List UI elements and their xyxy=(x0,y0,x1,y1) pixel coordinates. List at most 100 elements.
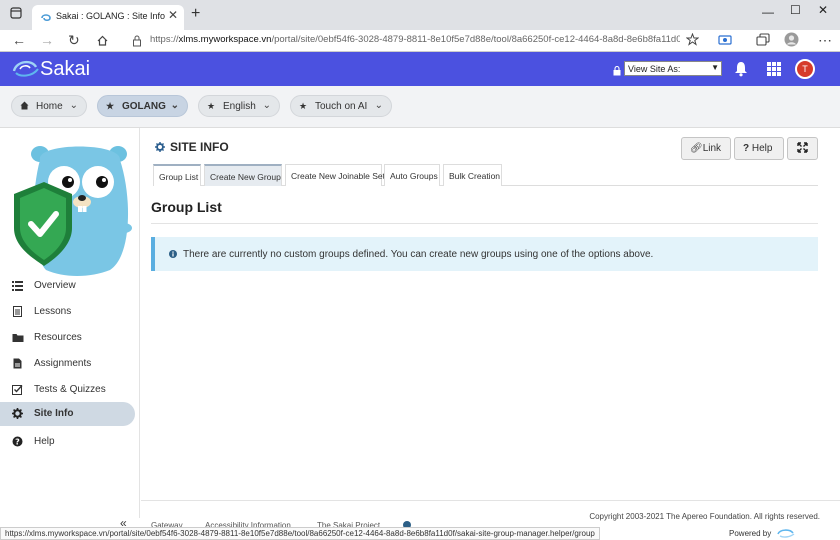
favorite-star-icon[interactable] xyxy=(685,32,700,49)
extension-icon[interactable] xyxy=(718,33,732,49)
tool-label: Resources xyxy=(34,332,82,343)
tab-label: Create New Joinable Set xyxy=(291,171,386,181)
group-manager-tabs: Group List Create New Group Create New J… xyxy=(153,164,818,186)
tab-create-new-joinable-set[interactable]: Create New Joinable Set xyxy=(285,164,386,186)
url-field[interactable]: https://xlms.myworkspace.vn/portal/site/… xyxy=(150,34,680,45)
browser-tab-bar: Sakai : GOLANG : Site Info ✕ + — ☐ ✕ xyxy=(0,0,840,30)
tab-label: Create New Group xyxy=(210,172,281,182)
view-site-as-label: View Site As: xyxy=(628,64,681,74)
sakai-logo[interactable]: Sakai xyxy=(12,57,90,81)
powered-by: Powered by xyxy=(729,528,795,538)
site-nav-touch-on-ai[interactable]: ★ Touch on AI ⌄ xyxy=(290,95,392,117)
home-icon xyxy=(20,101,29,112)
tab-create-new-group[interactable]: Create New Group xyxy=(204,164,282,186)
tool-label: Site Info xyxy=(34,408,74,419)
chevron-down-icon[interactable]: ⌄ xyxy=(375,100,383,111)
fullscreen-button[interactable] xyxy=(787,137,818,160)
copyright-text: Copyright 2003-2021 The Apereo Foundatio… xyxy=(589,512,820,521)
info-message: There are currently no custom groups def… xyxy=(183,249,654,260)
new-tab-button[interactable]: + xyxy=(191,5,200,23)
tool-label: Help xyxy=(34,436,55,447)
view-site-as-select[interactable]: View Site As: ▼ xyxy=(624,61,722,76)
more-options-icon[interactable]: ⋯ xyxy=(818,32,832,49)
link-button-label: Link xyxy=(702,143,722,154)
sakai-favicon-icon xyxy=(40,11,52,23)
page-title: SITE INFO xyxy=(155,140,229,154)
tool-label: Assignments xyxy=(34,358,92,369)
tool-resources[interactable]: Resources xyxy=(0,326,135,350)
lock-icon xyxy=(613,63,621,76)
link-icon: 🔗︎ xyxy=(690,143,703,154)
file-icon xyxy=(12,358,23,369)
profile-icon[interactable] xyxy=(784,32,799,50)
maximize-icon[interactable]: ☐ xyxy=(790,3,801,17)
link-button[interactable]: 🔗︎Link xyxy=(681,137,731,160)
notifications-bell-icon[interactable] xyxy=(734,61,748,77)
question-icon: ? xyxy=(12,436,23,447)
site-nav-label: Home xyxy=(36,101,63,112)
site-nav-label: GOLANG xyxy=(122,101,166,112)
tool-overview[interactable]: Overview xyxy=(0,274,135,298)
help-button-label: Help xyxy=(751,143,773,154)
site-info-lock-icon[interactable] xyxy=(132,34,142,50)
tab-actions-icon[interactable] xyxy=(10,7,22,22)
star-icon: ★ xyxy=(106,101,115,111)
list-icon xyxy=(12,280,23,291)
tool-menu: Overview Lessons Resources Assignments T… xyxy=(0,128,140,518)
info-icon xyxy=(169,250,177,258)
page-heading: Group List xyxy=(151,199,222,215)
gear-icon xyxy=(12,408,23,419)
checkbox-icon xyxy=(12,384,23,395)
tab-label: Group List xyxy=(159,172,199,182)
back-icon[interactable]: ← xyxy=(12,32,26,48)
refresh-icon[interactable]: ↻ xyxy=(68,32,80,49)
site-nav-english[interactable]: ★ English ⌄ xyxy=(198,95,280,117)
tab-bulk-creation[interactable]: Bulk Creation xyxy=(443,164,502,186)
browser-address-bar: ← → ↻ https://xlms.myworkspace.vn/portal… xyxy=(0,30,840,52)
chevron-down-icon[interactable]: ⌄ xyxy=(171,100,179,111)
expand-icon xyxy=(797,142,808,156)
close-window-icon[interactable]: ✕ xyxy=(818,3,828,17)
apps-grid-icon[interactable] xyxy=(767,62,781,76)
site-nav-golang[interactable]: ★ GOLANG ⌄ xyxy=(97,95,188,117)
sakai-swirl-icon xyxy=(12,57,40,79)
tool-label: Lessons xyxy=(34,306,72,317)
tool-lessons[interactable]: Lessons xyxy=(0,300,135,324)
tool-tests-quizzes[interactable]: Tests & Quizzes xyxy=(0,378,135,402)
site-nav-home[interactable]: Home ⌄ xyxy=(11,95,87,117)
site-navigation: Home ⌄ ★ GOLANG ⌄ ★ English ⌄ ★ Touch on… xyxy=(0,86,840,128)
question-icon: ? xyxy=(743,143,752,154)
tool-label: Tests & Quizzes xyxy=(34,384,106,395)
user-avatar[interactable]: T xyxy=(795,59,815,79)
powered-by-label: Powered by xyxy=(729,529,772,538)
help-button[interactable]: ? Help xyxy=(734,137,784,160)
tab-group-list[interactable]: Group List xyxy=(153,164,201,186)
close-tab-icon[interactable]: ✕ xyxy=(168,8,178,22)
tool-label: Overview xyxy=(34,280,76,291)
collections-icon[interactable] xyxy=(756,33,770,49)
dropdown-arrow-icon: ▼ xyxy=(711,63,719,72)
browser-tab-active[interactable]: Sakai : GOLANG : Site Info ✕ xyxy=(32,5,184,30)
star-icon: ★ xyxy=(299,101,308,111)
forward-icon[interactable]: → xyxy=(40,32,54,48)
tool-site-info[interactable]: Site Info xyxy=(0,402,135,426)
site-logo-gopher-image xyxy=(10,136,134,278)
folder-icon xyxy=(12,332,24,343)
tab-label: Auto Groups xyxy=(390,171,438,181)
divider xyxy=(151,223,818,224)
tab-auto-groups[interactable]: Auto Groups xyxy=(384,164,440,186)
page-title-text: SITE INFO xyxy=(170,140,229,154)
sakai-header: Sakai View Site As: ▼ T xyxy=(0,52,840,86)
chevron-down-icon[interactable]: ⌄ xyxy=(70,100,78,111)
home-browser-icon[interactable] xyxy=(96,34,109,50)
info-alert: There are currently no custom groups def… xyxy=(151,237,818,271)
minimize-icon[interactable]: — xyxy=(762,5,774,19)
browser-status-url: https://xlms.myworkspace.vn/portal/site/… xyxy=(0,527,600,540)
document-icon xyxy=(12,306,23,317)
chevron-down-icon[interactable]: ⌄ xyxy=(263,100,271,111)
logo-text: Sakai xyxy=(40,58,91,80)
tool-assignments[interactable]: Assignments xyxy=(0,352,135,376)
gear-icon xyxy=(155,141,165,152)
tool-help[interactable]: ? Help xyxy=(0,430,135,454)
tab-label: Bulk Creation xyxy=(449,171,501,181)
